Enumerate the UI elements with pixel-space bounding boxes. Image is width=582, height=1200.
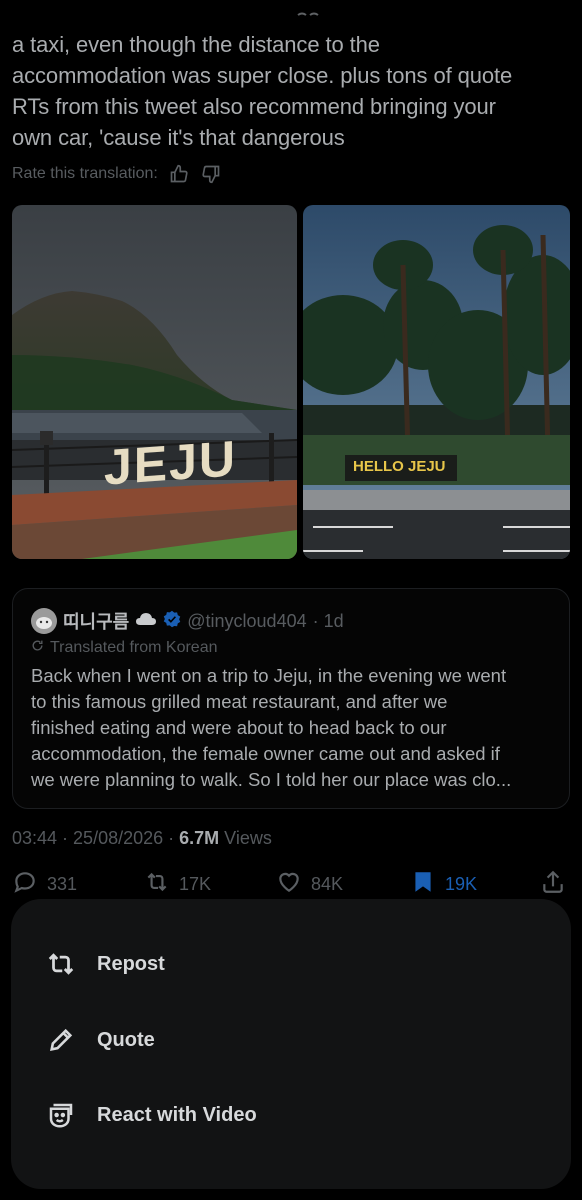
pencil-icon <box>45 1024 77 1056</box>
translated-from-label: Translated from Korean <box>31 639 217 657</box>
quoted-text-line: finished eating and were about to head b… <box>31 717 447 738</box>
tweet-text-line: RTs from this tweet also recommend bring… <box>12 94 496 119</box>
verified-badge-icon <box>163 610 181 633</box>
sheet-item-label: Repost <box>97 952 165 975</box>
quoted-tweet-header: 띠니구름 @tinycloud404 · 1d <box>31 606 344 636</box>
translated-from-text: Translated from Korean <box>50 639 218 656</box>
views-label: Views <box>224 827 272 848</box>
clipped-text-fragment <box>296 8 326 20</box>
sheet-item-quote[interactable]: Quote <box>11 1010 571 1070</box>
hello-jeju-sign-text: HELLO JEJU <box>353 458 446 475</box>
repost-count: 17K <box>179 873 212 894</box>
like-count: 84K <box>311 873 344 894</box>
tweet-translated-text: a taxi, even though the distance to the … <box>12 29 572 153</box>
sheet-item-label: React with Video <box>97 1103 257 1126</box>
thumbs-down-icon[interactable] <box>200 163 222 185</box>
tweet-metadata: 03:44 · 25/08/2026 · 6.7M Views <box>12 825 272 851</box>
tweet-text-line: accommodation was super close. plus tons… <box>12 63 513 88</box>
tweet-text-line: own car, 'cause it's that dangerous <box>12 125 345 150</box>
repost-icon <box>144 869 170 900</box>
repost-icon <box>45 948 77 980</box>
reply-button[interactable]: 331 <box>12 866 77 902</box>
bookmark-icon <box>410 869 436 900</box>
repost-action-button[interactable]: 17K <box>144 866 211 902</box>
rate-translation: Rate this translation: <box>12 162 222 186</box>
quoted-text-line: accommodation, the female owner came out… <box>31 743 500 764</box>
video-reaction-icon <box>45 1099 77 1131</box>
sheet-item-react-with-video[interactable]: React with Video <box>11 1085 571 1145</box>
quoted-tweet-card[interactable]: 띠니구름 @tinycloud404 · 1d Translated from … <box>12 588 570 809</box>
reply-icon <box>12 869 38 900</box>
rate-translation-label: Rate this translation: <box>12 165 158 182</box>
thumbs-up-icon[interactable] <box>168 163 190 185</box>
tweet-image-hello-jeju[interactable]: HELLO JEJU <box>303 205 570 559</box>
tweet-text-line: a taxi, even though the distance to the <box>12 32 380 57</box>
repost-options-sheet: Repost Quote React with Video <box>11 899 571 1189</box>
translate-icon <box>31 639 44 657</box>
quoted-tweet-text: Back when I went on a trip to Jeju, in t… <box>31 663 561 793</box>
avatar[interactable] <box>31 608 57 634</box>
tweet-time: 03:44 <box>12 827 58 848</box>
bookmark-button[interactable]: 19K <box>410 866 477 902</box>
views-count: 6.7M <box>179 827 220 848</box>
bookmark-count: 19K <box>445 873 478 894</box>
like-button[interactable]: 84K <box>276 866 343 902</box>
heart-icon <box>276 869 302 900</box>
quoted-text-line: we were planning to walk. So I told her … <box>31 769 512 790</box>
sheet-item-repost[interactable]: Repost <box>11 934 571 994</box>
share-button[interactable] <box>540 866 566 902</box>
sheet-item-label: Quote <box>97 1028 155 1051</box>
quoted-text-line: to this famous grilled meat restaurant, … <box>31 691 448 712</box>
tweet-action-bar: 331 17K 84K 19K <box>0 866 582 902</box>
tweet-date: · 25/08/2026 · <box>62 827 175 848</box>
cloud-emoji-icon <box>135 611 157 632</box>
quoted-text-line: Back when I went on a trip to Jeju, in t… <box>31 665 507 686</box>
reply-count: 331 <box>47 873 78 894</box>
quoted-tweet-time: · 1d <box>312 610 344 631</box>
share-icon <box>540 869 566 900</box>
quoted-author-name[interactable]: 띠니구름 <box>63 608 129 634</box>
tweet-detail-screen: a taxi, even though the distance to the … <box>0 0 582 1200</box>
tweet-image-jeju-sign[interactable]: JEJU <box>12 205 297 559</box>
quoted-author-handle: @tinycloud404 <box>187 610 307 631</box>
